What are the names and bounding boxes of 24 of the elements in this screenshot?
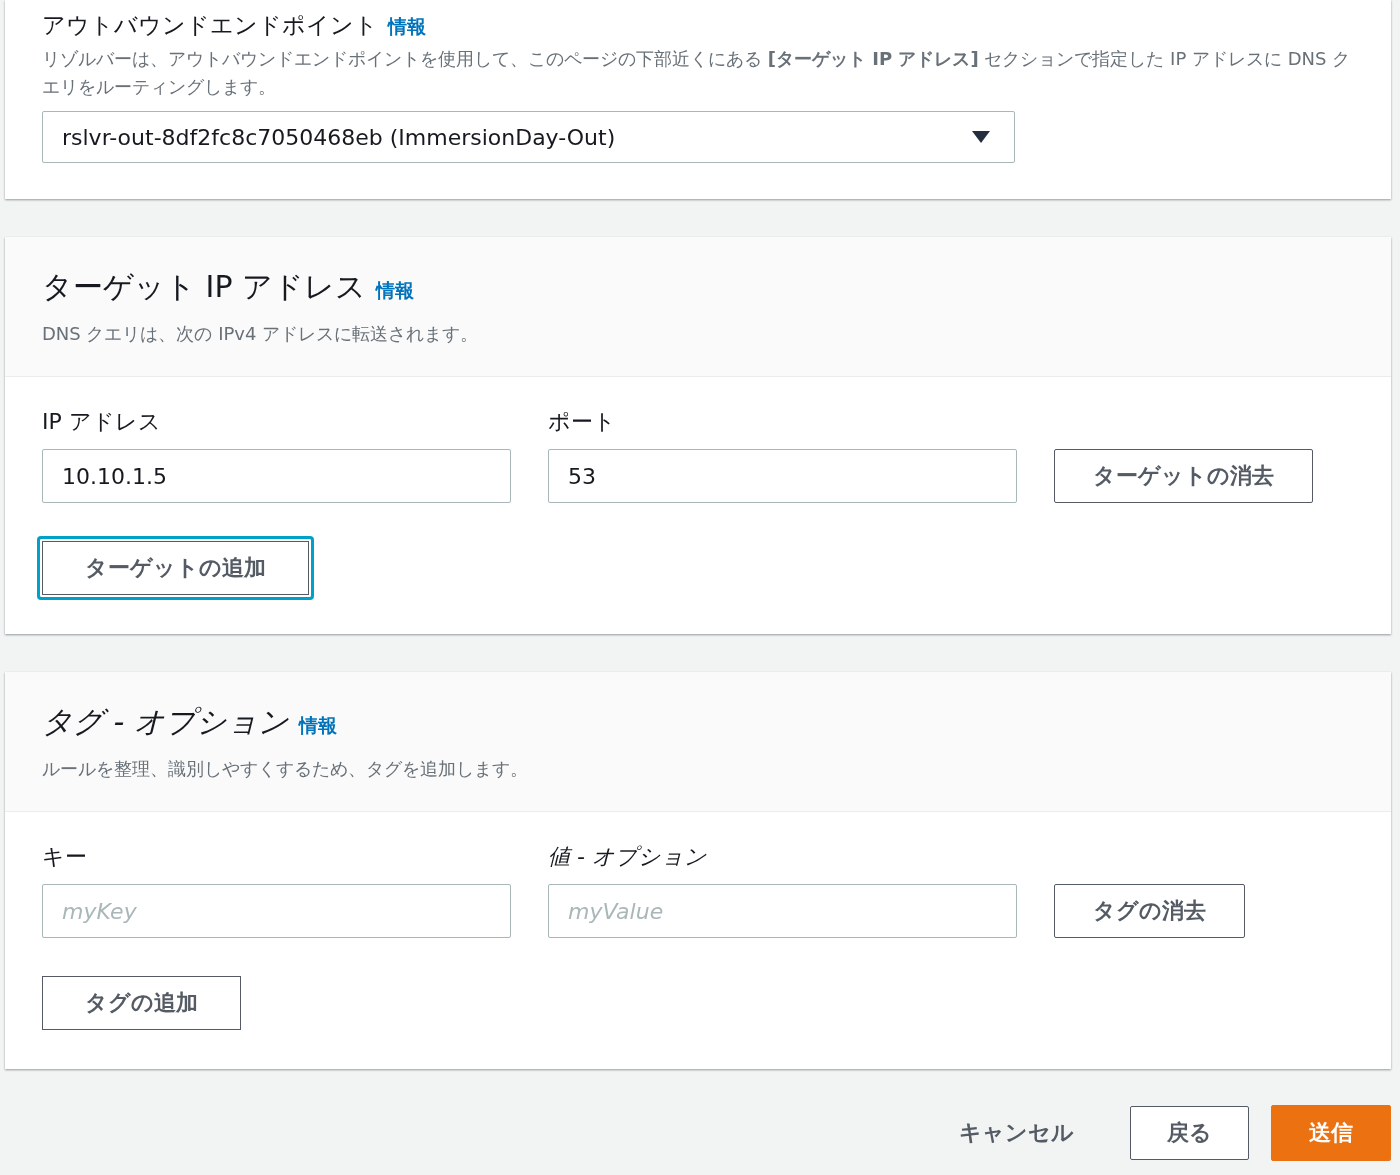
input-field[interactable]: myKey xyxy=(42,884,511,938)
remove-button[interactable]: ターゲットの消去 xyxy=(1054,449,1313,503)
section-title: アウトバウンドエンドポイント xyxy=(42,11,378,40)
field-label: 値 - オプション xyxy=(548,843,708,871)
field-label: キー xyxy=(42,843,88,871)
endpoint-select[interactable]: rslvr-out-8df2fc8c7050468eb (ImmersionDay-Out) xyxy=(42,111,1015,163)
input-field[interactable]: myValue xyxy=(548,884,1017,938)
remove-button[interactable]: タグの消去 xyxy=(1054,884,1245,938)
section-title: ターゲット IP アドレス xyxy=(42,268,366,306)
input-field[interactable]: 10.10.1.5 xyxy=(42,449,511,503)
section-description: DNS クエリは、次の IPv4 アドレスに転送されます。 xyxy=(42,322,480,346)
back-button[interactable]: 戻る xyxy=(1130,1106,1249,1160)
info-link[interactable]: 情報 xyxy=(388,14,426,40)
info-link[interactable]: 情報 xyxy=(298,713,337,739)
cancel-button[interactable]: キャンセル xyxy=(925,1118,1108,1148)
field-label: ポート xyxy=(548,408,617,436)
section-description: ルールを整理、識別しやすくするため、タグを追加します。 xyxy=(42,757,529,781)
info-link[interactable]: 情報 xyxy=(376,278,414,304)
section-title: タグ - オプション xyxy=(42,703,289,741)
field-label: IP アドレス xyxy=(42,408,162,436)
caret-icon xyxy=(972,131,990,143)
section-description: リゾルバーは、アウトバウンドエンドポイントを使用して、このページの下部近くにある [ターゲット IP アドレス] セクションで指定した IP アドレスに DNS クエリをルーティングします。 xyxy=(42,47,1352,99)
add-button[interactable]: ターゲットの追加 xyxy=(37,536,314,600)
input-field[interactable]: 53 xyxy=(548,449,1017,503)
